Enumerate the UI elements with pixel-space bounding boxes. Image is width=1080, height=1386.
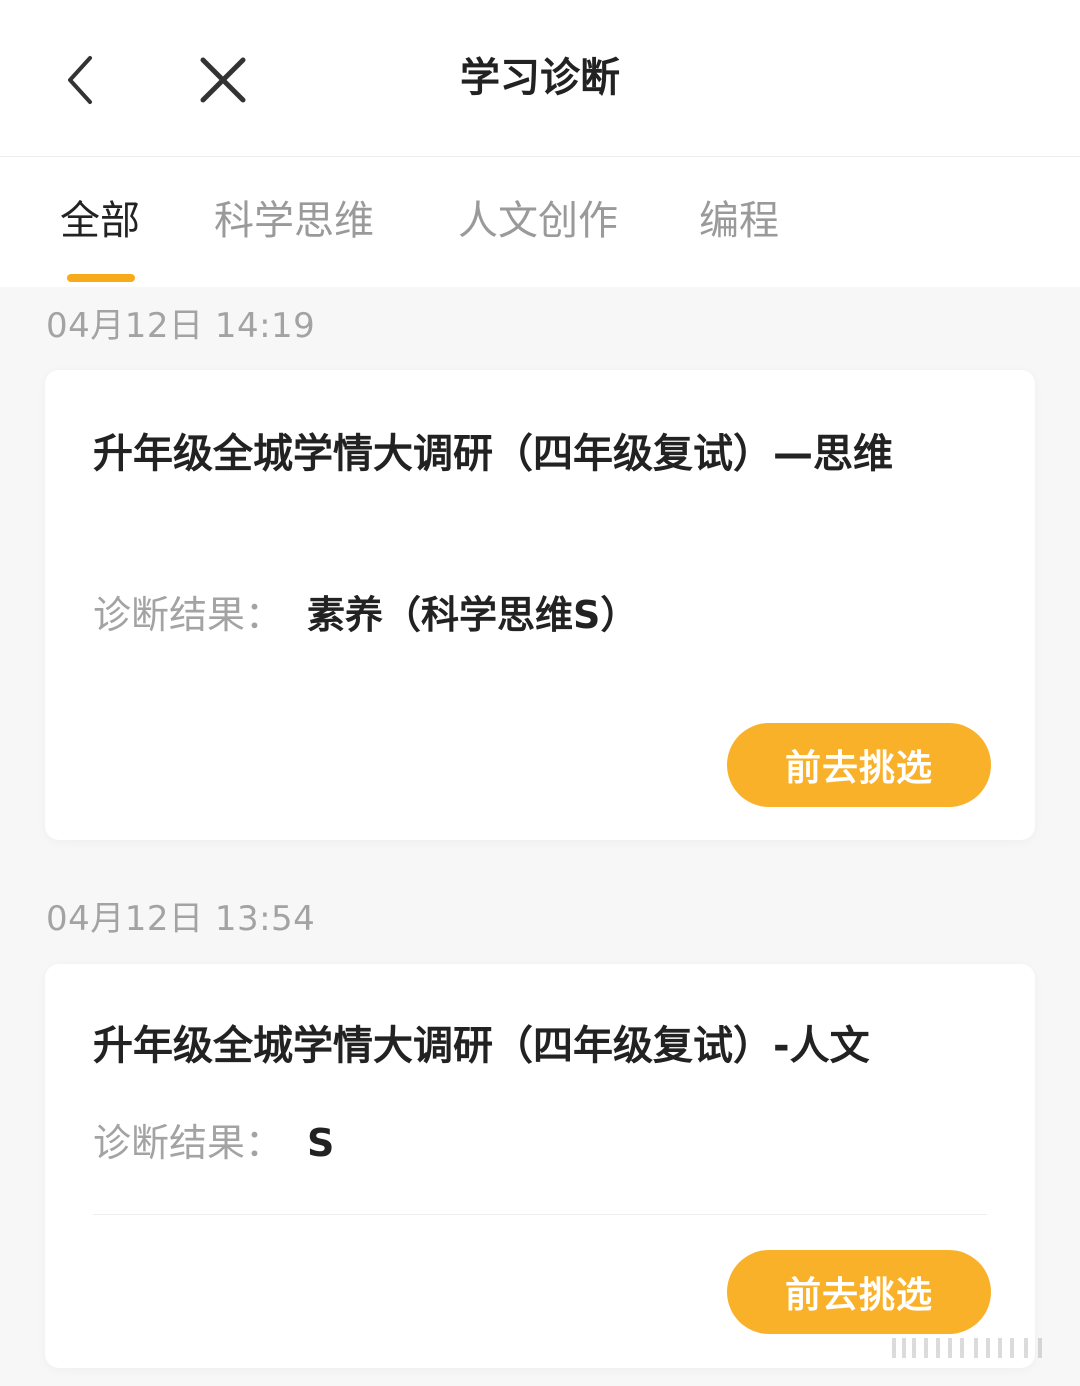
active-tab-indicator xyxy=(67,274,135,282)
result-value: 素养（科学思维S） xyxy=(307,593,639,637)
diagnosis-card: 升年级全城学情大调研（四年级复试）—思维 诊断结果： 素养（科学思维S） 前去挑… xyxy=(45,370,1035,840)
tab-science-thinking[interactable]: 科学思维 xyxy=(214,193,374,249)
card-title: 升年级全城学情大调研（四年级复试）-人文 xyxy=(93,1023,870,1069)
go-select-button[interactable]: 前去挑选 xyxy=(727,723,991,807)
page-title: 学习诊断 xyxy=(460,55,620,101)
tab-all[interactable]: 全部 xyxy=(60,193,140,249)
tab-humanities-creation[interactable]: 人文创作 xyxy=(458,193,618,249)
category-tabs: 全部 科学思维 人文创作 编程 xyxy=(0,157,1080,287)
record-date: 04月12日 13:54 xyxy=(46,899,316,939)
card-title: 升年级全城学情大调研（四年级复试）—思维 xyxy=(93,431,893,477)
record-date: 04月12日 14:19 xyxy=(46,306,316,346)
go-select-button[interactable]: 前去挑选 xyxy=(727,1250,991,1334)
card-divider xyxy=(93,1214,987,1215)
top-nav-bar: 学习诊断 xyxy=(0,0,1080,157)
tab-programming[interactable]: 编程 xyxy=(699,193,779,249)
result-label: 诊断结果： xyxy=(93,1121,284,1165)
result-value: S xyxy=(307,1121,335,1165)
result-label: 诊断结果： xyxy=(93,593,284,637)
watermark-icon xyxy=(892,1338,1042,1358)
diagnosis-card: 升年级全城学情大调研（四年级复试）-人文 诊断结果： S 前去挑选 xyxy=(45,964,1035,1368)
